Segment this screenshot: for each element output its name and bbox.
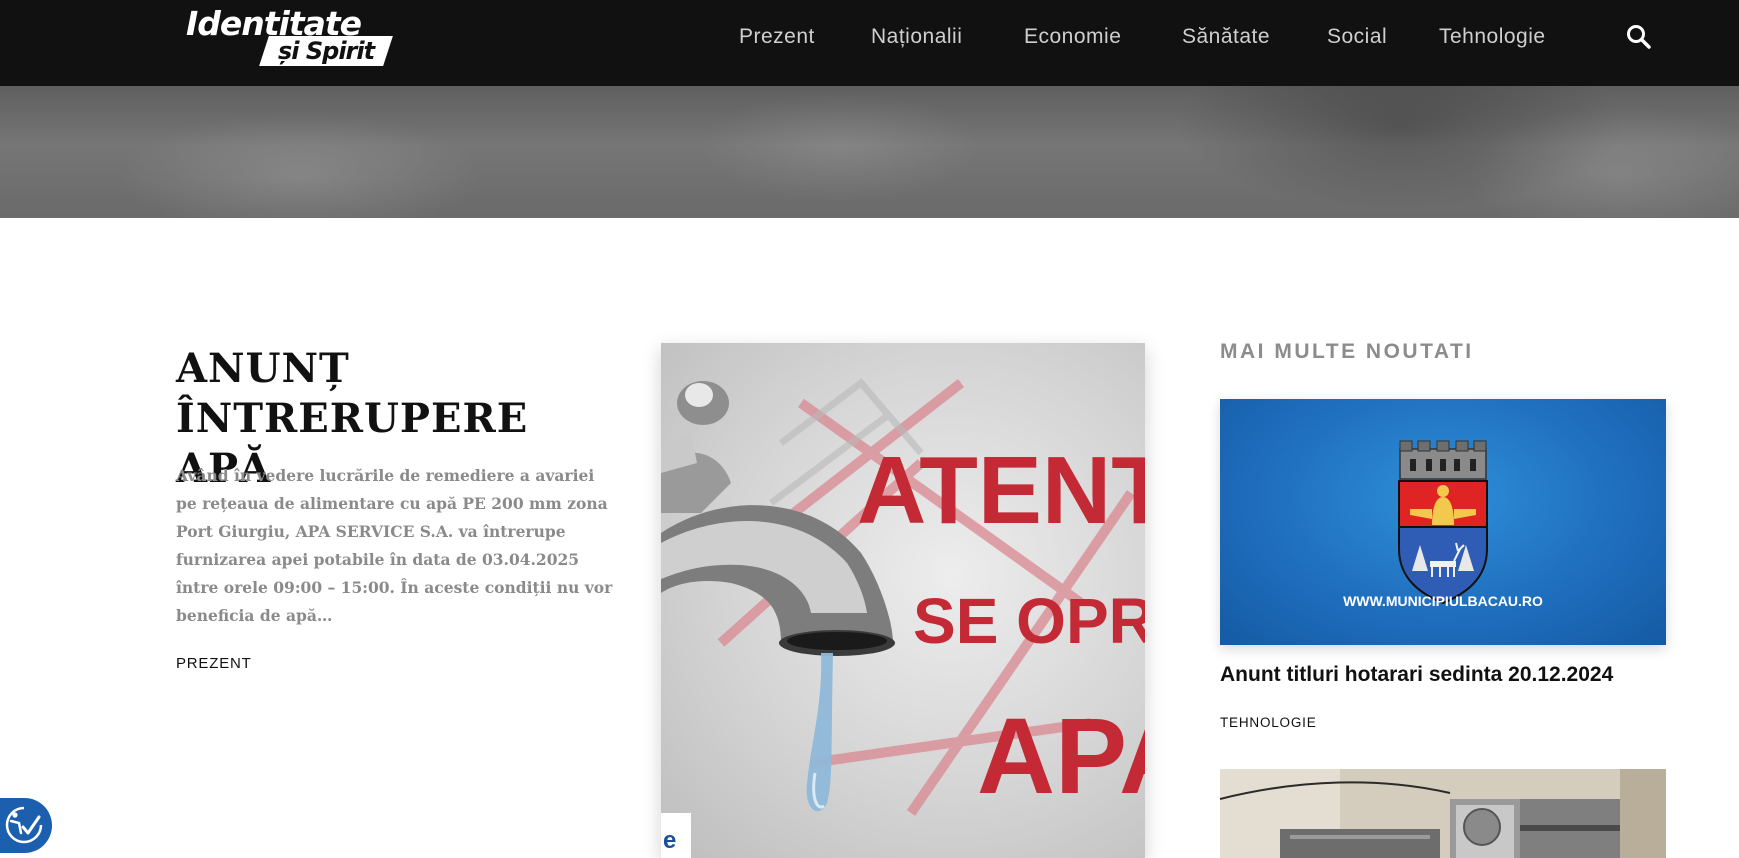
accessibility-button[interactable] — [0, 798, 52, 853]
nav-item-social[interactable]: Social — [1327, 22, 1387, 52]
article-featured-image[interactable]: ATENT SE OPRI APA e — [661, 343, 1145, 858]
image-warning-line-1: ATENT — [857, 437, 1145, 544]
nav-item-prezent[interactable]: Prezent — [739, 22, 815, 52]
nav-item-nationalii[interactable]: Naționalii — [871, 22, 962, 52]
accessibility-icon — [5, 806, 43, 844]
sidebar-post-image-2[interactable] — [1220, 769, 1666, 858]
sidebar-image-caption: WWW.MUNICIPIULBACAU.RO — [1343, 593, 1543, 609]
sidebar-post-image[interactable]: WWW.MUNICIPIULBACAU.RO — [1220, 399, 1666, 645]
nav-item-sanatate[interactable]: Sănătate — [1182, 22, 1270, 52]
image-warning-line-2: SE OPRI — [913, 585, 1145, 657]
site-logo[interactable]: Identitate și Spirit — [182, 6, 422, 66]
article-category-link[interactable]: PREZENT — [176, 655, 252, 672]
sidebar-post-category-link[interactable]: TEHNOLOGIE — [1220, 715, 1317, 730]
logo-line-2-box: și Spirit — [259, 36, 393, 66]
hero-banner-image — [0, 86, 1739, 218]
nav-item-tehnologie[interactable]: Tehnologie — [1439, 22, 1546, 52]
search-button[interactable] — [1624, 22, 1654, 52]
image-corner-letter: e — [663, 827, 676, 854]
article-excerpt: Având în vedere lucrările de remediere a… — [176, 466, 613, 625]
building-photo-illustration — [1220, 769, 1666, 858]
nav-item-economie[interactable]: Economie — [1024, 22, 1121, 52]
sidebar-post-title[interactable]: Anunt titluri hotarari sedinta 20.12.202… — [1220, 660, 1680, 690]
site-header: Identitate și Spirit Prezent Naționalii … — [0, 0, 1739, 86]
logo-line-2: și Spirit — [278, 37, 375, 65]
search-icon — [1627, 25, 1651, 49]
water-tap-warning-illustration: ATENT SE OPRI APA e — [661, 378, 1145, 858]
sidebar-heading: MAI MULTE NOUTATI — [1220, 340, 1474, 363]
image-warning-line-3: APA — [977, 695, 1145, 816]
